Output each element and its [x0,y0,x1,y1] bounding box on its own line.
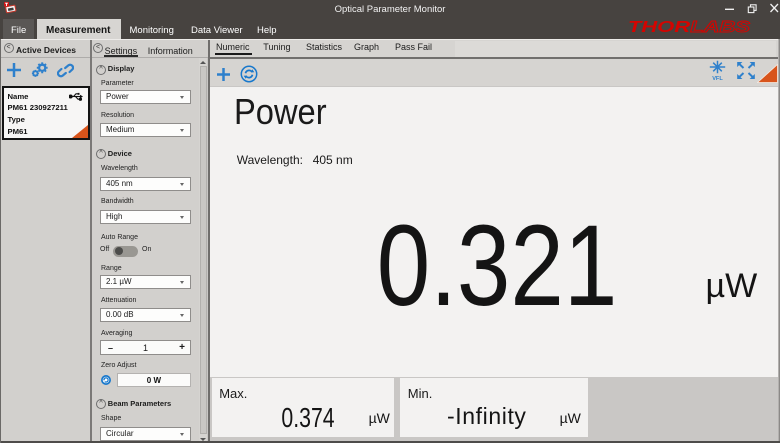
svg-text:VFL: VFL [712,76,723,81]
